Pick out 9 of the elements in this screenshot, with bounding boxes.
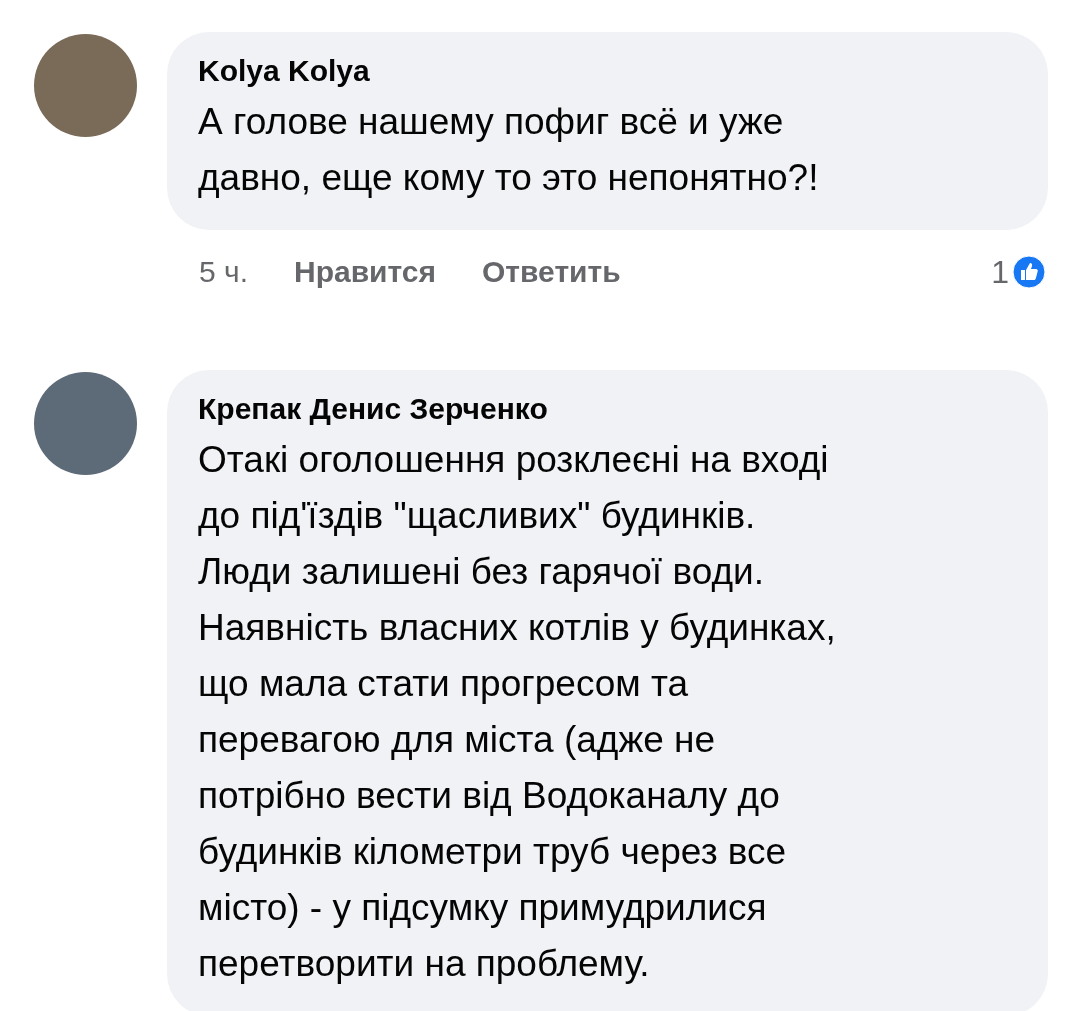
comment-text: А голове нашему пофиг всё и уже давно, еще кому то это непонятно?! [198, 100, 820, 200]
reply-link[interactable]: Ответить [482, 255, 621, 289]
thumbs-up-icon[interactable] [1012, 255, 1046, 289]
author-name[interactable]: Kolya Kolya [198, 54, 1018, 88]
reaction-count: 1 [991, 253, 1009, 291]
comment-text: Отакі оголошення розклеєні на вході до під'їздів "щасливих" будинків. Люди залишені без гарячої води. Наявність власних котлів у будинках, що мала стати прогресом та перевагою для міста (адже не потрібно вести від Водоканалу до будинків кілометри труб через все місто) - у підсумку примудрилися перетворити на проблему. [198, 438, 837, 986]
comment-time: 5 ч. [199, 255, 248, 289]
author-name[interactable]: Крепак Денис Зерченко [198, 392, 1018, 426]
like-link[interactable]: Нравится [294, 255, 437, 289]
